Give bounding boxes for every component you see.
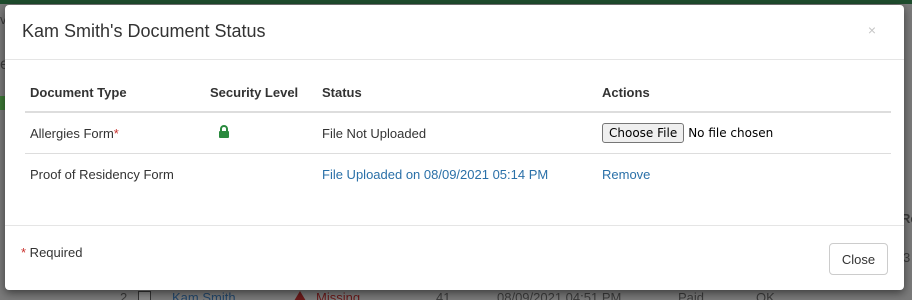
required-note: * Required: [21, 245, 82, 260]
warning-icon: [294, 291, 306, 300]
column-header-status: Status: [317, 73, 597, 113]
background-top-bar: [0, 0, 912, 4]
actions-cell: Choose File No file chosen: [597, 112, 891, 154]
background-count: 41: [436, 290, 451, 300]
background-datetime: 08/09/2021 04:51 PM: [497, 290, 622, 300]
security-level-cell: [205, 112, 317, 154]
actions-cell: Remove: [597, 154, 891, 195]
table-header-row: Document Type Security Level Status Acti…: [25, 73, 891, 113]
document-type-cell: Proof of Residency Form: [30, 166, 174, 182]
background-missing-label: Missing: [316, 290, 361, 300]
column-header-security-level: Security Level: [205, 73, 317, 113]
file-chosen-label: No file chosen: [688, 126, 774, 140]
remove-link[interactable]: Remove: [602, 167, 650, 182]
modal-title: Kam Smith's Document Status: [22, 21, 266, 41]
background-payment: Paid: [678, 290, 705, 300]
table-row: Allergies Form* File Not Uploaded Choose…: [25, 112, 891, 154]
close-icon[interactable]: ×: [868, 22, 876, 38]
document-table: Document Type Security Level Status Acti…: [25, 73, 891, 194]
status-cell: File Uploaded on 08/09/2021 05:14 PM: [317, 154, 597, 195]
modal-header: Kam Smith's Document Status ×: [5, 5, 904, 60]
background-row-number: 2: [120, 290, 128, 300]
background-row-checkbox: [138, 291, 151, 300]
table-row: Proof of Residency Form File Uploaded on…: [25, 154, 891, 195]
close-button[interactable]: Close: [829, 243, 888, 275]
column-header-actions: Actions: [597, 73, 891, 113]
document-type-label: Allergies Form: [30, 125, 114, 141]
document-status-modal: Kam Smith's Document Status × Document T…: [5, 5, 904, 290]
choose-file-button[interactable]: Choose File: [602, 123, 685, 143]
uploaded-file-link[interactable]: File Uploaded on 08/09/2021 05:14 PM: [322, 167, 548, 182]
modal-footer: * Required Close: [5, 225, 904, 291]
required-note-text: Required: [26, 245, 83, 260]
background-result: OK: [756, 290, 775, 300]
background-text-fragment: 3: [903, 250, 911, 265]
document-type-cell: Allergies Form*: [25, 112, 205, 154]
security-level-cell: [205, 154, 317, 195]
background-student-link: Kam Smith: [172, 290, 236, 300]
lock-icon: [218, 125, 230, 141]
required-marker: *: [113, 125, 119, 141]
status-cell: File Not Uploaded: [317, 112, 597, 154]
column-header-document-type: Document Type: [25, 73, 205, 113]
